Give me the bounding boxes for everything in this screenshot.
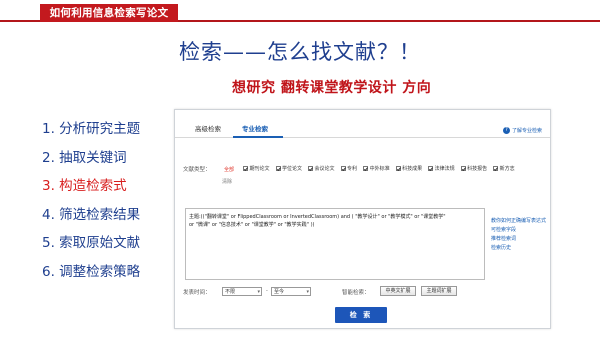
doc-type-checkboxes: 期刊论文 学位论文 会议论文 专利 中外标准 科技成果 法律法规 科技报告 新方… [243,165,521,172]
tab-professional-search[interactable]: 专业检索 [242,123,268,133]
checkbox-checked-icon [363,166,369,171]
smart-search-label: 智能检索： [342,290,370,296]
doc-type-checkbox[interactable]: 新方志 [493,165,515,172]
pub-time-from-select[interactable]: 不限 [222,287,262,296]
checkbox-checked-icon [308,166,314,171]
range-dash: - [266,288,268,294]
doc-type-label-text: 期刊论文 [249,166,270,172]
doc-type-checkbox[interactable]: 会议论文 [308,165,335,172]
doc-type-label: 文献类型： [183,167,211,173]
doc-type-label-text: 法律法规 [434,166,455,172]
top-bar: 如何利用信息检索写论文 [0,0,600,22]
doc-type-label-text: 新方志 [499,166,515,172]
search-button[interactable]: 检 索 [335,307,387,323]
help-link[interactable]: ? 了解专业检索 [502,127,542,134]
link-search-history[interactable]: 检索历史 [491,244,546,253]
checkbox-checked-icon [428,166,434,171]
query-help-links: 教你如何正确编写表达式 可检索字段 推荐检索词 检索历史 [491,217,546,253]
step-item: 2. 抽取关键词 [42,149,127,166]
question-icon: ? [502,127,510,134]
checkbox-checked-icon [460,166,466,171]
doc-type-label-text: 会议论文 [314,166,335,172]
doc-type-checkbox[interactable]: 期刊论文 [243,165,270,172]
clear-types-link[interactable]: 清除 [222,178,232,185]
query-line: or "微课" or "信息技术" or "课堂教学" or "教学实践" )) [189,221,315,228]
doc-type-checkbox[interactable]: 中外标准 [363,165,390,172]
all-types-link[interactable]: 全部 [224,166,234,173]
doc-type-label-text: 专利 [347,166,358,172]
checkbox-checked-icon [275,166,281,171]
step-item: 5. 索取原始文献 [42,235,141,252]
help-label: 了解专业检索 [511,128,542,134]
cn-en-expand-button[interactable]: 中英文扩展 [380,286,416,296]
doc-type-label-text: 中外标准 [369,166,390,172]
doc-type-checkbox[interactable]: 学位论文 [275,165,303,172]
subject-expand-button[interactable]: 主题词扩展 [421,286,457,296]
checkbox-checked-icon [243,166,248,171]
header-tab: 如何利用信息检索写论文 [40,4,178,22]
slide-title: 检索——怎么找文献？！ [179,40,421,64]
search-panel: 高级检索 专业检索 ? 了解专业检索 文献类型： 全部 清除 期刊论文 学位论文… [174,109,551,329]
query-line: 主题:(("翻转课堂" or FlippedClassroom or Inver… [189,214,446,220]
tab-advanced-search[interactable]: 高级检索 [195,123,221,133]
query-textarea[interactable]: 主题:(("翻转课堂" or FlippedClassroom or Inver… [185,208,485,280]
checkbox-checked-icon [340,166,346,171]
pub-time-to-select[interactable]: 至今 [271,287,311,296]
step-item: 1. 分析研究主题 [42,121,141,137]
checkbox-checked-icon [395,166,401,171]
research-topic: 想研究 翻转课堂教学设计 方向 [232,80,432,96]
step-item-active: 3. 构造检索式 [42,178,127,195]
link-recommended-terms[interactable]: 推荐检索词 [491,235,546,244]
doc-type-checkbox[interactable]: 法律法规 [428,165,455,172]
doc-type-checkbox[interactable]: 科技报告 [460,165,488,172]
link-expression-guide[interactable]: 教你如何正确编写表达式 [491,217,546,226]
doc-type-label-text: 科技成果 [402,166,423,172]
doc-type-label-text: 学位论文 [282,166,303,172]
steps-list: 1. 分析研究主题 2. 抽取关键词 3. 构造检索式 4. 筛选检索结果 5.… [42,117,140,289]
doc-type-label-text: 科技报告 [467,166,488,172]
step-item: 6. 调整检索策略 [42,263,141,280]
doc-type-checkbox[interactable]: 科技成果 [395,165,423,172]
link-searchable-fields[interactable]: 可检索字段 [491,226,546,235]
pub-time-label: 发表时间： [183,290,211,296]
search-tabs: 高级检索 专业检索 ? 了解专业检索 [175,110,550,138]
step-item: 4. 筛选检索结果 [42,206,141,223]
checkbox-checked-icon [493,166,499,171]
doc-type-checkbox[interactable]: 专利 [340,165,358,172]
active-tab-underline [233,136,283,138]
